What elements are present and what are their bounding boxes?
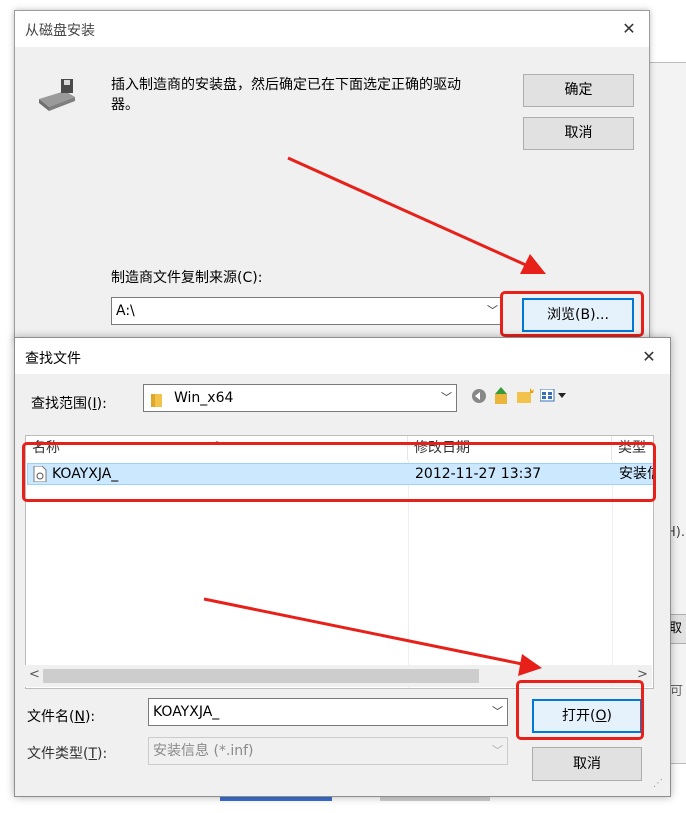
annotation-arrow-open (203, 597, 542, 676)
